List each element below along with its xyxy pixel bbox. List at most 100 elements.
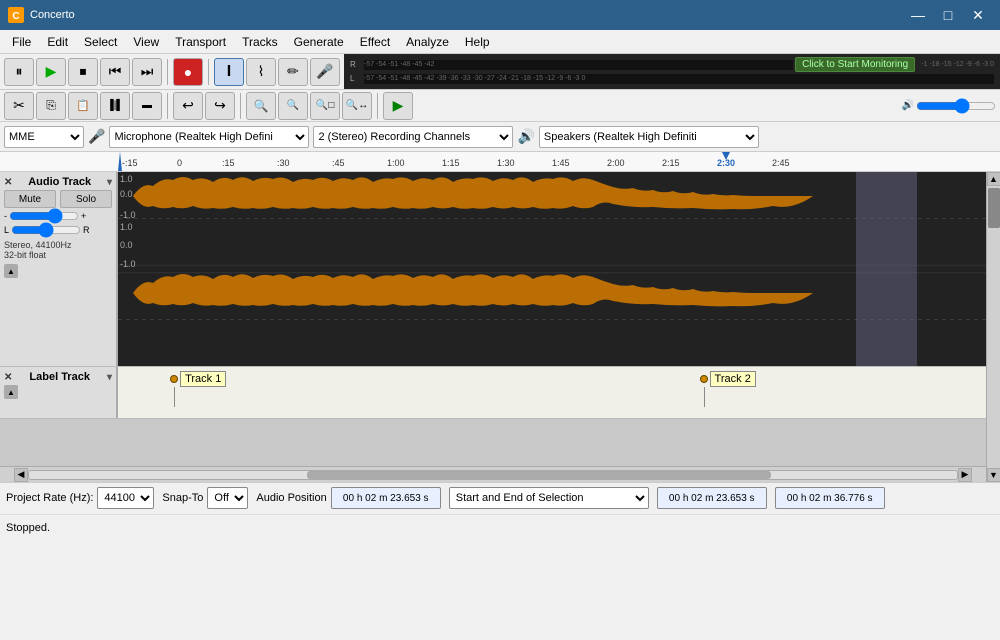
solo-button[interactable]: Solo (60, 190, 112, 208)
menu-view[interactable]: View (125, 31, 167, 53)
audio-track-info: Stereo, 44100Hz 32-bit float (4, 240, 112, 260)
start-monitoring-button[interactable]: Click to Start Monitoring (795, 57, 915, 72)
output-device-select[interactable]: Speakers (Realtek High Definiti (539, 126, 759, 148)
pan-slider[interactable] (11, 224, 81, 236)
svg-text:-1.0: -1.0 (120, 210, 136, 220)
empty-track-area (0, 419, 986, 466)
edit-toolbar: ✂ ⎘ 📋 ▐|▌ ▬ ↩ ↪ 🔍 🔍 🔍□ 🔍↔ ▶ 🔊 (0, 90, 1000, 122)
svg-text:1:30: 1:30 (497, 158, 515, 168)
audio-track-collapse[interactable]: ▲ (4, 264, 18, 278)
statusbar: Project Rate (Hz): 44100 48000 96000 Sna… (0, 482, 1000, 542)
audio-track-close[interactable]: ✕ (4, 177, 12, 188)
label-track1: Track 1 (170, 371, 226, 407)
volume-max-label: + (81, 211, 86, 221)
audio-track-waveform[interactable]: 1.0 0.0 -1.0 1.0 0.0 -1.0 (118, 172, 986, 366)
label-track-close[interactable]: ✕ (4, 372, 12, 383)
menu-analyze[interactable]: Analyze (398, 31, 457, 53)
menu-tracks[interactable]: Tracks (234, 31, 286, 53)
statusbar-bottom: Stopped. (0, 515, 1000, 542)
app-icon: C (8, 7, 24, 23)
selection-end-input[interactable]: 00 h 02 m 36.776 s (775, 487, 885, 509)
menu-effect[interactable]: Effect (352, 31, 398, 53)
hscroll-right-arrow[interactable]: ▶ (958, 468, 972, 482)
output-volume-slider[interactable] (916, 97, 996, 115)
skip-start-button[interactable]: ⏮ (100, 58, 130, 86)
label-track-waveform[interactable]: Track 1 Track 2 (118, 367, 986, 418)
svg-text:2:15: 2:15 (662, 158, 680, 168)
maximize-button[interactable]: □ (934, 3, 962, 27)
titlebar: C Concerto — □ ✕ (0, 0, 1000, 30)
undo-button[interactable]: ↩ (173, 92, 203, 120)
microphone-select[interactable]: Microphone (Realtek High Defini (109, 126, 309, 148)
snap-to-group: Snap-To Off On (162, 487, 248, 509)
zoom-in-button[interactable]: 🔍 (246, 92, 276, 120)
label-track-dropdown[interactable]: ▾ (107, 372, 112, 383)
menu-generate[interactable]: Generate (286, 31, 352, 53)
svg-text:C: C (12, 11, 19, 22)
label-text-track2: Track 2 (710, 371, 756, 387)
silence-button[interactable]: ▬ (132, 92, 162, 120)
project-rate-select[interactable]: 44100 48000 96000 (97, 487, 154, 509)
minimize-button[interactable]: — (904, 3, 932, 27)
menu-transport[interactable]: Transport (167, 31, 234, 53)
label-track-collapse[interactable]: ▲ (4, 385, 18, 399)
skip-end-button[interactable]: ⏭ (132, 58, 162, 86)
play-button[interactable]: ▶ (36, 58, 66, 86)
stop-button[interactable]: ⏹ (68, 58, 98, 86)
titlebar-controls: — □ ✕ (904, 3, 992, 27)
volume-label: 🔊 (902, 100, 914, 111)
pan-left-label: L (4, 225, 9, 235)
menu-file[interactable]: File (4, 31, 39, 53)
label-dot-1 (170, 375, 178, 383)
menu-edit[interactable]: Edit (39, 31, 76, 53)
selection-tool-button[interactable]: I (214, 58, 244, 86)
copy-button[interactable]: ⎘ (36, 92, 66, 120)
audio-track-dropdown[interactable]: ▾ (107, 177, 112, 188)
selection-start-input[interactable]: 00 h 02 m 23.653 s (657, 487, 767, 509)
snap-to-select[interactable]: Off On (207, 487, 248, 509)
speaker-icon: 🔊 (517, 128, 534, 145)
trim-button[interactable]: ▐|▌ (100, 92, 130, 120)
envelope-tool-button[interactable]: ⌇ (246, 58, 276, 86)
pan-right-label: R (83, 225, 90, 235)
vscroll-track[interactable] (988, 186, 1000, 468)
menu-help[interactable]: Help (457, 31, 498, 53)
vscroll-up-arrow[interactable]: ▲ (987, 172, 1000, 186)
pause-button[interactable]: ⏸ (4, 58, 34, 86)
separator4 (240, 93, 241, 119)
close-button[interactable]: ✕ (964, 3, 992, 27)
hscroll-thumb[interactable] (307, 471, 771, 479)
redo-button[interactable]: ↪ (205, 92, 235, 120)
svg-text:-:15: -:15 (122, 158, 138, 168)
volume-min-label: - (4, 211, 7, 221)
zoom-sel-button[interactable]: 🔍□ (310, 92, 340, 120)
zoom-out-button[interactable]: 🔍 (278, 92, 308, 120)
menu-select[interactable]: Select (76, 31, 125, 53)
volume-slider[interactable] (9, 210, 79, 222)
separator5 (377, 93, 378, 119)
zoom-fit-button[interactable]: 🔍↔ (342, 92, 372, 120)
separator2 (208, 59, 209, 85)
hscroll-left-arrow[interactable]: ◀ (14, 468, 28, 482)
play-green-button[interactable]: ▶ (383, 92, 413, 120)
vscroll-down-arrow[interactable]: ▼ (987, 468, 1000, 482)
label-track-row: ✕ Label Track ▾ ▲ Track 1 (0, 367, 986, 419)
project-rate-group: Project Rate (Hz): 44100 48000 96000 (6, 487, 154, 509)
mic-input-button[interactable]: 🎤 (310, 58, 340, 86)
audio-track-name: Audio Track (28, 176, 91, 188)
paste-button[interactable]: 📋 (68, 92, 98, 120)
label-track-header: ✕ Label Track ▾ (4, 371, 112, 383)
cut-button[interactable]: ✂ (4, 92, 34, 120)
label-line-2 (704, 387, 705, 407)
ruler-canvas[interactable]: -:15 0 :15 :30 :45 1:00 1:15 1:30 1:45 2… (122, 152, 1000, 172)
device-select[interactable]: MME DirectSound WASAPI (4, 126, 84, 148)
vscroll-thumb[interactable] (988, 188, 1000, 228)
channels-select[interactable]: 2 (Stereo) Recording Channels 1 (Mono) R… (313, 126, 513, 148)
record-button[interactable]: ● (173, 58, 203, 86)
mute-button[interactable]: Mute (4, 190, 56, 208)
status-text: Stopped. (6, 522, 50, 534)
selection-mode-select[interactable]: Start and End of Selection Start and Len… (449, 487, 649, 509)
hscroll-track[interactable] (28, 470, 958, 480)
audio-position-input[interactable]: 00 h 02 m 23.653 s (331, 487, 441, 509)
draw-tool-button[interactable]: ✏ (278, 58, 308, 86)
